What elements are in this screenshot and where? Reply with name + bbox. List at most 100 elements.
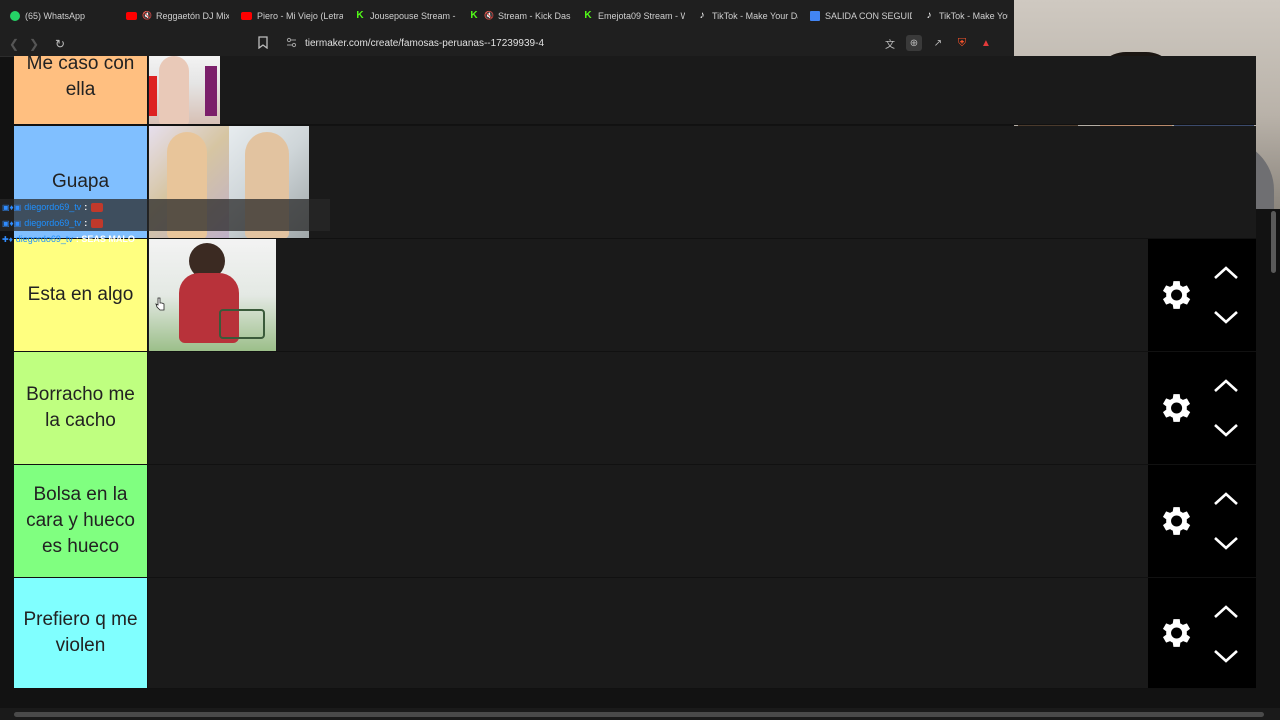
celebrity-image[interactable] [149, 239, 276, 351]
tier-label[interactable]: Borracho me la cacho [14, 352, 148, 464]
tab-label: Emejota09 Stream - W [598, 10, 685, 21]
chat-message: ✚♦ diegordo69_tv : SEAS MALO [0, 231, 330, 247]
youtube-icon [241, 11, 252, 20]
brave-shields-icon[interactable]: ⛨ [954, 35, 970, 51]
tier-items[interactable] [148, 239, 1148, 351]
tier-label-text: Esta en algo [27, 284, 134, 305]
tab-jousepouse-stream[interactable]: K Jousepouse Stream - V [349, 0, 463, 31]
kick-icon: K [470, 10, 478, 21]
gear-icon[interactable] [1156, 276, 1194, 314]
docs-icon [810, 10, 820, 21]
tier-label-text: Prefiero q me violen [23, 609, 138, 656]
chat-badge-icon: ✚♦ [2, 234, 13, 244]
tier-label[interactable]: Me caso con ella [14, 53, 148, 124]
celebrity-image[interactable] [149, 56, 220, 124]
share-icon[interactable]: ↗ [930, 35, 946, 51]
site-info-icon[interactable] [286, 37, 298, 49]
tier-label-text: Me caso con ella [26, 53, 135, 100]
tier-label-text: Bolsa en la cara y hueco es hueco [26, 484, 135, 557]
tab-label: Reggaetón DJ Mix [155, 10, 229, 21]
kick-icon: K [356, 10, 364, 21]
tab-salida-con-seguidores[interactable]: SALIDA CON SEGUIDO [804, 0, 918, 31]
vertical-scrollbar-thumb[interactable] [1271, 211, 1276, 273]
chat-emote-icon [91, 218, 104, 228]
tier-label[interactable]: Esta en algo [14, 239, 148, 351]
tab-label: Jousepouse Stream - V [370, 10, 457, 21]
tab-piero-mi-viejo[interactable]: Piero - Mi Viejo (Letra) [235, 0, 349, 31]
tab-kick-dashboard[interactable]: K 🔇 Stream - Kick Dash [463, 0, 577, 31]
tier-controls [1148, 465, 1256, 577]
tab-label: (65) WhatsApp [25, 10, 86, 21]
tab-label: TikTok - Make Your Da [712, 10, 798, 21]
chat-emote-icon [91, 202, 104, 212]
tab-label: SALIDA CON SEGUIDO [825, 10, 912, 21]
move-up-icon[interactable] [1212, 604, 1240, 620]
chat-badge-icon: ▣♦▣ [2, 218, 22, 228]
bookmark-icon[interactable] [258, 36, 270, 50]
tiktok-icon: ♪ [926, 10, 932, 21]
whatsapp-icon [10, 10, 20, 21]
chat-message: ▣♦▣ diegordo69_tv : [0, 215, 330, 231]
tab-reggaeton-mix[interactable]: 🔇 Reggaetón DJ Mix [120, 0, 235, 31]
tier-row: Esta en algo [14, 239, 1256, 352]
tier-label-text: Guapa [51, 171, 110, 192]
chat-username: diegordo69_tv [24, 218, 82, 228]
horizontal-scrollbar-thumb[interactable] [14, 712, 1264, 717]
move-down-icon[interactable] [1212, 309, 1240, 325]
tier-label[interactable]: Bolsa en la cara y hueco es hueco [14, 465, 148, 577]
tier-items[interactable] [148, 465, 1148, 577]
chat-username: diegordo69_tv [24, 202, 82, 212]
move-up-icon[interactable] [1212, 491, 1240, 507]
tiktok-icon: ♪ [699, 10, 705, 21]
speaker-muted-icon[interactable]: 🔇 [142, 11, 152, 20]
address-bar[interactable]: tiermaker.com/create/famosas-peruanas--1… [305, 38, 544, 49]
tab-emejota-stream[interactable]: K Emejota09 Stream - W [577, 0, 691, 31]
toolbar-actions: 文 ⊕ ↗ ⛨ ▲ [882, 35, 994, 51]
kick-icon: K [584, 10, 592, 21]
move-up-icon[interactable] [1212, 378, 1240, 394]
vertical-scrollbar[interactable] [1268, 209, 1280, 704]
tier-controls [1148, 352, 1256, 464]
move-down-icon[interactable] [1212, 648, 1240, 664]
browser-tab-strip: (65) WhatsApp 🔇 Reggaetón DJ Mix Piero -… [0, 0, 1014, 31]
hand-cursor-icon [155, 297, 165, 311]
gear-icon[interactable] [1156, 389, 1194, 427]
zoom-icon[interactable]: ⊕ [906, 35, 922, 51]
tier-row: Prefiero q me violen [14, 578, 1256, 689]
tier-items[interactable] [148, 56, 1148, 124]
tier-items[interactable] [148, 352, 1148, 464]
tab-tiktok[interactable]: ♪ TikTok - Make Your Da [691, 0, 804, 31]
chat-text: : [84, 218, 88, 228]
tier-items[interactable] [148, 578, 1148, 688]
gear-icon[interactable] [1156, 502, 1194, 540]
tier-label[interactable]: Prefiero q me violen [14, 578, 148, 688]
tier-row: Bolsa en la cara y hueco es hueco [14, 465, 1256, 578]
stream-chat-overlay: ▣♦▣ diegordo69_tv : ▣♦▣ diegordo69_tv : … [0, 199, 330, 247]
tier-controls [1148, 578, 1256, 688]
screen: (65) WhatsApp 🔇 Reggaetón DJ Mix Piero -… [0, 0, 1280, 720]
move-up-icon[interactable] [1212, 265, 1240, 281]
horizontal-scrollbar[interactable] [0, 708, 1280, 720]
tab-label: TikTok - Make Your Da [939, 10, 1008, 21]
tab-tiktok-2[interactable]: ♪ TikTok - Make Your Da [918, 0, 1014, 31]
gear-icon[interactable] [1156, 614, 1194, 652]
chat-message: ▣♦▣ diegordo69_tv : [0, 199, 330, 215]
tier-label-text: Borracho me la cacho [26, 384, 135, 431]
chat-badge-icon: ▣♦▣ [2, 202, 22, 212]
tier-controls [1148, 239, 1256, 351]
youtube-icon [126, 11, 137, 20]
tier-row: Borracho me la cacho [14, 352, 1256, 465]
chat-username: diegordo69_tv [15, 234, 73, 244]
move-down-icon[interactable] [1212, 535, 1240, 551]
translate-icon[interactable]: 文 [882, 35, 898, 51]
brave-rewards-icon[interactable]: ▲ [978, 35, 994, 51]
move-down-icon[interactable] [1212, 422, 1240, 438]
chat-text: : SEAS MALO [75, 234, 135, 244]
tab-whatsapp[interactable]: (65) WhatsApp [4, 0, 120, 31]
tab-label: Stream - Kick Dash [497, 10, 571, 21]
speaker-muted-icon[interactable]: 🔇 [484, 11, 494, 20]
tab-label: Piero - Mi Viejo (Letra) [257, 10, 343, 21]
browser-toolbar: ❮ ❯ ↻ tiermaker.com/create/famosas-perua… [0, 31, 1014, 57]
tier-list: Me caso con ella Guapa Esta en algo Borr… [14, 53, 1256, 689]
chat-text: : [84, 202, 88, 212]
